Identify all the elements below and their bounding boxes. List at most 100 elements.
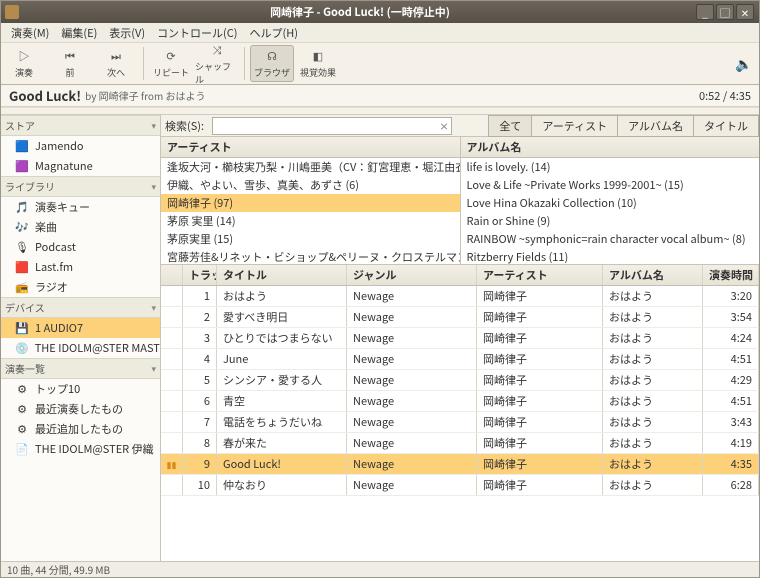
sidebar-item[interactable]: 💾1 AUDIO7	[1, 318, 160, 338]
menu-item[interactable]: コントロール(C)	[151, 23, 243, 43]
pane-row[interactable]: life is lovely. (14)	[461, 158, 760, 176]
filter-button[interactable]: タイトル	[693, 115, 759, 137]
sidebar-item[interactable]: ⚙トップ10	[1, 379, 160, 399]
sidebar-item[interactable]: 🎶 楽曲	[1, 217, 160, 237]
sidebar-item-label: 楽曲	[35, 219, 57, 235]
album-list[interactable]: life is lovely. (14)Love & Life ~Private…	[461, 158, 760, 264]
track-row[interactable]: 4JuneNewage岡崎律子おはよう4:51	[161, 349, 759, 370]
prev-button[interactable]: ⏮前	[48, 45, 92, 82]
track-row[interactable]: 7電話をちょうだいねNewage岡崎律子おはよう3:43	[161, 412, 759, 433]
pane-row[interactable]: Love Hina Okazaki Collection (10)	[461, 194, 760, 212]
col-num[interactable]: トラッ	[183, 265, 217, 285]
pane-row[interactable]: 茅原実里 (15)	[161, 230, 460, 248]
close-button[interactable]: ✕	[736, 4, 754, 20]
repeat-button[interactable]: ⟳リピート	[149, 45, 193, 82]
pane-row[interactable]: 伊織、やよい、雪歩、真美、あずさ (6)	[161, 176, 460, 194]
artist-pane: アーティスト 逢坂大河・櫛枝実乃梨・川嶋亜美（CV：釘宮理恵・堀江由衣・喜多村英…	[161, 137, 461, 264]
search-input[interactable]	[213, 120, 437, 132]
progress-bar[interactable]	[1, 107, 759, 115]
track-row[interactable]: ▮▮9Good Luck!Newage岡崎律子おはよう4:35	[161, 454, 759, 475]
pane-row[interactable]: 茅原 実里 (14)	[161, 212, 460, 230]
track-row[interactable]: 6青空Newage岡崎律子おはよう4:51	[161, 391, 759, 412]
sidebar-item-label: 最近演奏したもの	[35, 401, 123, 417]
cell-len: 4:51	[703, 349, 759, 369]
sidebar-item[interactable]: ⚙最近追加したもの	[1, 419, 160, 439]
sidebar-item[interactable]: ⚙ 最近演奏したもの	[1, 399, 160, 419]
cell-ind	[161, 433, 183, 453]
minimize-button[interactable]: _	[696, 4, 714, 20]
col-album[interactable]: アルバム名	[603, 265, 703, 285]
chevron-down-icon[interactable]: ▾	[151, 119, 156, 132]
cell-title: ひとりではつまらない	[217, 328, 347, 348]
pane-row[interactable]: 岡崎律子 (97)	[161, 194, 460, 212]
menu-item[interactable]: 編集(E)	[55, 23, 103, 43]
sidebar-section-head[interactable]: 演奏一覧▾	[1, 358, 160, 379]
sidebar-item[interactable]: 🟪Magnatune	[1, 156, 160, 176]
track-row[interactable]: 2愛すべき明日Newage岡崎律子おはよう3:54	[161, 307, 759, 328]
search-box[interactable]: ⨯	[212, 117, 452, 135]
sidebar-item[interactable]: 🎵演奏キュー	[1, 197, 160, 217]
menu-item[interactable]: 表示(V)	[103, 23, 151, 43]
col-artist[interactable]: アーティスト	[477, 265, 603, 285]
pane-row[interactable]: Ritzberry Fields (11)	[461, 248, 760, 264]
col-title[interactable]: タイトル	[217, 265, 347, 285]
sidebar-section-head[interactable]: ストア▾	[1, 115, 160, 136]
col-len[interactable]: 演奏時間	[703, 265, 759, 285]
next-button[interactable]: ⏭次へ	[94, 45, 138, 82]
cell-ind	[161, 349, 183, 369]
sidebar-item-icon: 🎵	[15, 200, 29, 214]
track-row[interactable]: 8春が来たNewage岡崎律子おはよう4:19	[161, 433, 759, 454]
sidebar-item[interactable]: 🎙Podcast	[1, 237, 160, 257]
sidebar-item-icon: ⚙	[15, 402, 29, 416]
sidebar-item-icon: 🎶	[15, 220, 29, 234]
play-button[interactable]: ▷演奏	[2, 45, 46, 82]
filter-button[interactable]: アルバム名	[617, 115, 694, 137]
cell-title: おはよう	[217, 286, 347, 306]
search-clear-icon[interactable]: ⨯	[437, 118, 451, 134]
cell-title: Good Luck!	[217, 454, 347, 474]
pane-row[interactable]: Rain or Shine (9)	[461, 212, 760, 230]
visual-icon: ◧	[310, 48, 326, 64]
col-ind[interactable]	[161, 265, 183, 285]
pane-row[interactable]: RAINBOW ~symphonic=rain character vocal …	[461, 230, 760, 248]
cell-artist: 岡崎律子	[477, 475, 603, 495]
track-row[interactable]: 10仲なおりNewage岡崎律子おはよう6:28	[161, 475, 759, 496]
filter-button[interactable]: アーティスト	[531, 115, 618, 137]
menu-item[interactable]: ヘルプ(H)	[244, 23, 304, 43]
cell-num: 6	[183, 391, 217, 411]
sidebar-item[interactable]: 🟥Last.fm	[1, 257, 160, 277]
sidebar-section-head[interactable]: ライブラリ▾	[1, 176, 160, 197]
sidebar-item[interactable]: 📄THE IDOLM@STER 伊織	[1, 439, 160, 459]
pane-row[interactable]: 逢坂大河・櫛枝実乃梨・川嶋亜美（CV：釘宮理恵・堀江由衣・喜多村英梨) (2)	[161, 158, 460, 176]
maximize-button[interactable]: ▢	[716, 4, 734, 20]
cell-ind	[161, 307, 183, 327]
toolbar: ▷演奏⏮前⏭次へ ⟳リピート⤨シャッフル ☊ブラウザ◧視覚効果 🔈	[1, 43, 759, 85]
track-table[interactable]: トラッタイトルジャンルアーティストアルバム名演奏時間1おはようNewage岡崎律…	[161, 265, 759, 561]
track-row[interactable]: 5シンシア・愛する人Newage岡崎律子おはよう4:29	[161, 370, 759, 391]
track-row[interactable]: 3ひとりではつまらないNewage岡崎律子おはよう4:24	[161, 328, 759, 349]
album-pane-head: アルバム名	[461, 137, 760, 158]
browser-button[interactable]: ☊ブラウザ	[250, 45, 294, 82]
sidebar-item[interactable]: 💿THE IDOLM@STER MASTER …	[1, 338, 160, 358]
artist-list[interactable]: 逢坂大河・櫛枝実乃梨・川嶋亜美（CV：釘宮理恵・堀江由衣・喜多村英梨) (2)伊…	[161, 158, 460, 264]
visual-button[interactable]: ◧視覚効果	[296, 45, 340, 82]
menu-item[interactable]: 演奏(M)	[5, 23, 55, 43]
app-icon	[5, 5, 19, 19]
title-bar: 岡崎律子 - Good Luck! (一時停止中) _ ▢ ✕	[1, 1, 759, 23]
cell-num: 2	[183, 307, 217, 327]
volume-icon[interactable]: 🔈	[729, 43, 759, 84]
chevron-down-icon[interactable]: ▾	[151, 301, 156, 314]
sidebar-item[interactable]: 🟦Jamendo	[1, 136, 160, 156]
pane-row[interactable]: 宮藤芳佳&リネット・ビショップ&ペリーヌ・クロステルマン (16)	[161, 248, 460, 264]
chevron-down-icon[interactable]: ▾	[151, 362, 156, 375]
window-title: 岡崎律子 - Good Luck! (一時停止中)	[25, 4, 695, 20]
shuffle-button[interactable]: ⤨シャッフル	[195, 45, 239, 82]
col-genre[interactable]: ジャンル	[347, 265, 477, 285]
pane-row[interactable]: Love & Life ~Private Works 1999-2001~ (1…	[461, 176, 760, 194]
filter-button[interactable]: 全て	[488, 115, 532, 137]
track-row[interactable]: 1おはようNewage岡崎律子おはよう3:20	[161, 286, 759, 307]
chevron-down-icon[interactable]: ▾	[151, 180, 156, 193]
sidebar-item[interactable]: 📻ラジオ	[1, 277, 160, 297]
now-playing: Good Luck! by 岡崎律子 from おはよう 0:52 / 4:35	[1, 85, 759, 107]
sidebar-section-head[interactable]: デバイス▾	[1, 297, 160, 318]
